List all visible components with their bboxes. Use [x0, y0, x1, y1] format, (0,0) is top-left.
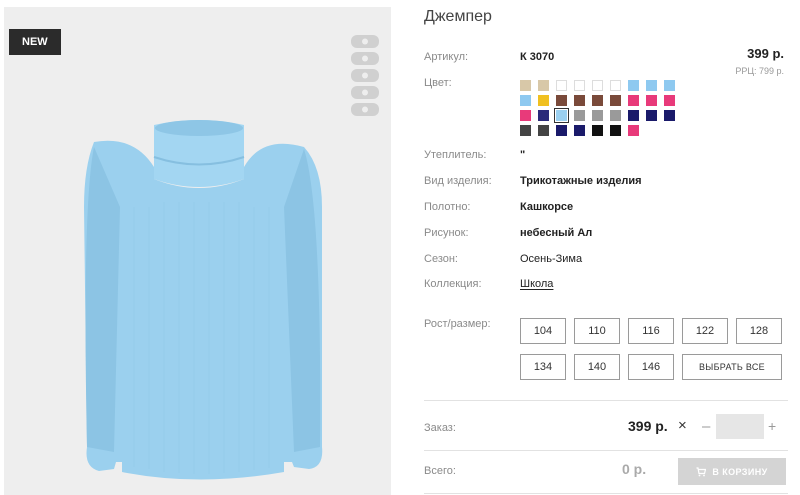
color-swatch[interactable]: [538, 125, 549, 136]
type-value: Трикотажные изделия: [520, 175, 642, 187]
color-swatch[interactable]: [628, 95, 639, 106]
size-134-button[interactable]: 134: [520, 354, 566, 380]
color-swatch[interactable]: [610, 95, 621, 106]
color-swatch[interactable]: [574, 80, 585, 91]
color-swatch[interactable]: [574, 110, 585, 121]
product-photo: [4, 7, 391, 495]
color-swatch[interactable]: [610, 110, 621, 121]
order-price: 399 р.: [628, 418, 668, 434]
quantity-decrease-button[interactable]: –: [702, 418, 710, 435]
multiply-sign: ×: [678, 417, 687, 434]
color-swatch[interactable]: [628, 110, 639, 121]
color-swatch[interactable]: [592, 80, 603, 91]
add-to-cart-label: В КОРЗИНУ: [712, 466, 768, 477]
color-swatch[interactable]: [592, 95, 603, 106]
new-badge: NEW: [9, 29, 61, 55]
fabric-value: Кашкорсе: [520, 201, 574, 213]
product-title: Джемпер: [424, 8, 492, 25]
size-128-button[interactable]: 128: [736, 318, 782, 344]
color-swatch[interactable]: [628, 125, 639, 136]
size-140-button[interactable]: 140: [574, 354, 620, 380]
color-swatch[interactable]: [646, 95, 657, 106]
size-label: Рост/размер:: [424, 318, 491, 330]
insulation-label: Утеплитель:: [424, 149, 487, 161]
color-swatches: [520, 80, 675, 136]
color-swatch[interactable]: [628, 80, 639, 91]
color-swatch[interactable]: [520, 125, 531, 136]
total-label: Всего:: [424, 465, 456, 477]
color-swatch[interactable]: [610, 125, 621, 136]
recommended-price: РРЦ: 799 р.: [735, 66, 784, 76]
color-swatch[interactable]: [592, 125, 603, 136]
article-label: Артикул:: [424, 51, 469, 63]
product-price: 399 р.: [747, 46, 784, 61]
divider: [424, 493, 788, 494]
color-label: Цвет:: [424, 77, 452, 89]
quantity-increase-button[interactable]: +: [768, 418, 776, 434]
article-value: К 3070: [520, 51, 555, 63]
cart-icon: [696, 466, 707, 476]
collection-label: Коллекция:: [424, 278, 482, 290]
size-104-button[interactable]: 104: [520, 318, 566, 344]
insulation-value: ": [520, 149, 526, 161]
divider: [424, 450, 788, 451]
season-value: Осень-Зима: [520, 253, 583, 265]
color-swatch[interactable]: [574, 125, 585, 136]
color-swatch[interactable]: [520, 110, 531, 121]
size-110-button[interactable]: 110: [574, 318, 620, 344]
pattern-value: небесный Ал: [520, 227, 593, 239]
color-swatch[interactable]: [556, 125, 567, 136]
size-options: 104 110 116 122 128 134 140 146 ВЫБРАТЬ …: [520, 318, 782, 380]
type-label: Вид изделия:: [424, 175, 492, 187]
color-swatch[interactable]: [520, 80, 531, 91]
color-swatch[interactable]: [646, 80, 657, 91]
size-146-button[interactable]: 146: [628, 354, 674, 380]
color-swatch[interactable]: [610, 80, 621, 91]
color-swatch[interactable]: [664, 95, 675, 106]
color-swatch[interactable]: [538, 95, 549, 106]
color-swatch[interactable]: [646, 110, 657, 121]
fabric-label: Полотно:: [424, 201, 471, 213]
select-all-sizes-button[interactable]: ВЫБРАТЬ ВСЕ: [682, 354, 782, 380]
add-to-cart-button[interactable]: В КОРЗИНУ: [678, 458, 786, 485]
color-swatch[interactable]: [538, 80, 549, 91]
color-swatch[interactable]: [554, 108, 569, 123]
color-swatch[interactable]: [574, 95, 585, 106]
color-swatch[interactable]: [538, 110, 549, 121]
color-swatch[interactable]: [592, 110, 603, 121]
product-info-panel: Джемпер Артикул: К 3070 399 р. РРЦ: 799 …: [424, 0, 788, 495]
acoola-logo: [351, 35, 379, 116]
product-image-panel: NEW: [4, 7, 391, 495]
season-label: Сезон:: [424, 253, 458, 265]
collection-link[interactable]: Школа: [520, 278, 553, 290]
color-swatch[interactable]: [664, 110, 675, 121]
order-label: Заказ:: [424, 422, 456, 434]
divider: [424, 400, 788, 401]
size-116-button[interactable]: 116: [628, 318, 674, 344]
quantity-input[interactable]: [716, 414, 764, 439]
color-swatch[interactable]: [664, 80, 675, 91]
pattern-label: Рисунок:: [424, 227, 469, 239]
color-swatch[interactable]: [556, 95, 567, 106]
size-122-button[interactable]: 122: [682, 318, 728, 344]
total-value: 0 р.: [622, 461, 647, 477]
color-swatch[interactable]: [520, 95, 531, 106]
color-swatch[interactable]: [556, 80, 567, 91]
